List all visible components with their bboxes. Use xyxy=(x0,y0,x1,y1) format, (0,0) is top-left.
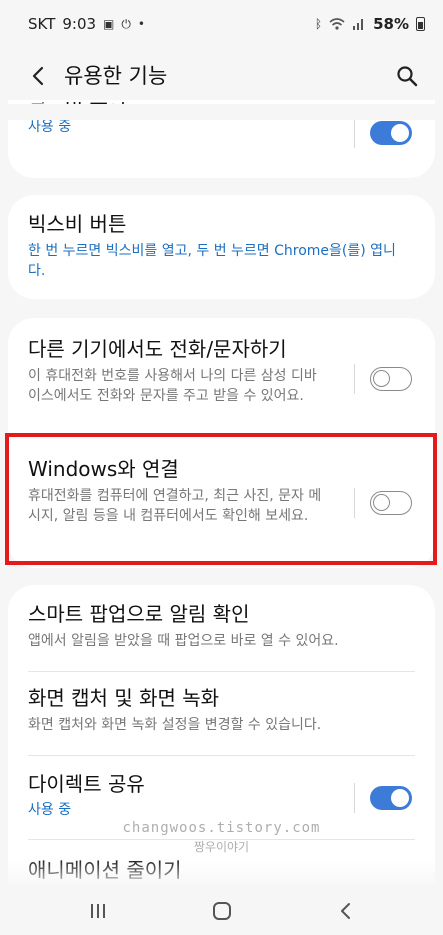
wifi-icon xyxy=(329,18,345,30)
clock: 9:03 xyxy=(62,15,97,33)
home-button[interactable] xyxy=(206,895,238,927)
link-windows-toggle[interactable] xyxy=(370,491,412,515)
setting-description: 화면 캡처와 화면 녹화 설정을 변경할 수 있습니다. xyxy=(28,717,322,733)
recent-apps-button[interactable] xyxy=(82,895,114,927)
setting-bixby-button[interactable]: 빅스비 버튼 한 번 누르면 빅스비를 열고, 두 번 누르면 Chrome을(… xyxy=(8,211,435,281)
setting-description: 휴대전화를 컴퓨터에 연결하고, 최근 사진, 문자 메시지, 알림 등을 내 … xyxy=(28,488,322,524)
setting-call-text-other-devices[interactable]: 다른 기기에서도 전화/문자하기 이 휴대전화 번호를 사용해서 나의 다른 삼… xyxy=(8,336,435,406)
setting-description: 앱에서 알림을 받았을 때 팝업으로 바로 열 수 있어요. xyxy=(28,633,339,649)
app-bar-cover xyxy=(0,104,443,120)
list-divider xyxy=(28,839,415,840)
gallery-notification-icon: ▣ xyxy=(103,17,115,31)
call-text-other-toggle[interactable] xyxy=(370,367,412,391)
toggle-divider xyxy=(354,488,355,518)
back-nav-button[interactable] xyxy=(330,895,362,927)
card-connectivity: 다른 기기에서도 전화/문자하기 이 휴대전화 번호를 사용해서 나의 다른 삼… xyxy=(8,318,435,568)
app-bar: 유용한 기능 xyxy=(0,48,443,104)
setting-title: 화면 캡처 및 화면 녹화 xyxy=(28,686,220,710)
battery-percent: 58% xyxy=(373,15,409,33)
setting-screenshot-record[interactable]: 화면 캡처 및 화면 녹화 화면 캡처와 화면 녹화 설정을 변경할 수 있습니… xyxy=(8,685,435,735)
setting-smart-popup[interactable]: 스마트 팝업으로 알림 확인 앱에서 알림을 받았을 때 팝업으로 바로 열 수… xyxy=(8,601,435,651)
search-icon xyxy=(397,66,418,87)
setting-link-windows[interactable]: Windows와 연결 휴대전화를 컴퓨터에 연결하고, 최근 사진, 문자 메… xyxy=(8,456,435,526)
back-button[interactable] xyxy=(24,62,52,90)
home-icon xyxy=(213,902,231,920)
page-title: 유용한 기능 xyxy=(64,64,168,88)
back-nav-icon xyxy=(341,903,350,919)
toggle-divider xyxy=(354,783,355,813)
setting-title: 빅스비 버튼 xyxy=(28,212,127,236)
toggle-divider xyxy=(354,364,355,394)
bluetooth-icon: ᛒ xyxy=(314,17,323,31)
setting-title: 스마트 팝업으로 알림 확인 xyxy=(28,602,250,626)
setting-reduce-animations[interactable]: 애니메이션 줄이기 xyxy=(8,857,435,887)
signal-icon xyxy=(353,19,364,30)
toggle-divider xyxy=(354,118,355,148)
list-divider xyxy=(28,755,415,756)
battery-icon xyxy=(416,17,425,31)
card-more-features: 스마트 팝업으로 알림 확인 앱에서 알림을 받았을 때 팝업으로 바로 열 수… xyxy=(8,585,435,905)
recent-apps-icon xyxy=(91,904,105,918)
direct-share-toggle[interactable] xyxy=(370,786,412,810)
power-notification-icon: ⏻ xyxy=(121,16,131,31)
bixby-routines-toggle[interactable] xyxy=(370,121,412,145)
navigation-bar xyxy=(0,885,443,935)
card-bixby-button: 빅스비 버튼 한 번 누르면 빅스비를 열고, 두 번 누르면 Chrome을(… xyxy=(8,195,435,299)
status-left: SKT 9:03 ▣ ⏻ • xyxy=(28,15,145,33)
carrier-label: SKT xyxy=(28,15,56,33)
setting-description: 한 번 누르면 빅스비를 열고, 두 번 누르면 Chrome을(를) 엽니다. xyxy=(28,243,396,279)
dot-icon: • xyxy=(137,17,145,31)
status-bar: SKT 9:03 ▣ ⏻ • ᛒ 58% xyxy=(0,0,443,48)
setting-title: 다른 기기에서도 전화/문자하기 xyxy=(28,337,287,361)
setting-title: 애니메이션 줄이기 xyxy=(28,858,182,882)
status-right: ᛒ 58% xyxy=(315,15,425,33)
setting-title: Windows와 연결 xyxy=(28,457,179,481)
setting-description: 이 휴대전화 번호를 사용해서 나의 다른 삼성 디바이스에서도 전화와 문자를… xyxy=(28,368,317,404)
back-arrow-icon xyxy=(32,66,44,86)
list-divider xyxy=(28,671,415,672)
search-button[interactable] xyxy=(393,62,421,90)
